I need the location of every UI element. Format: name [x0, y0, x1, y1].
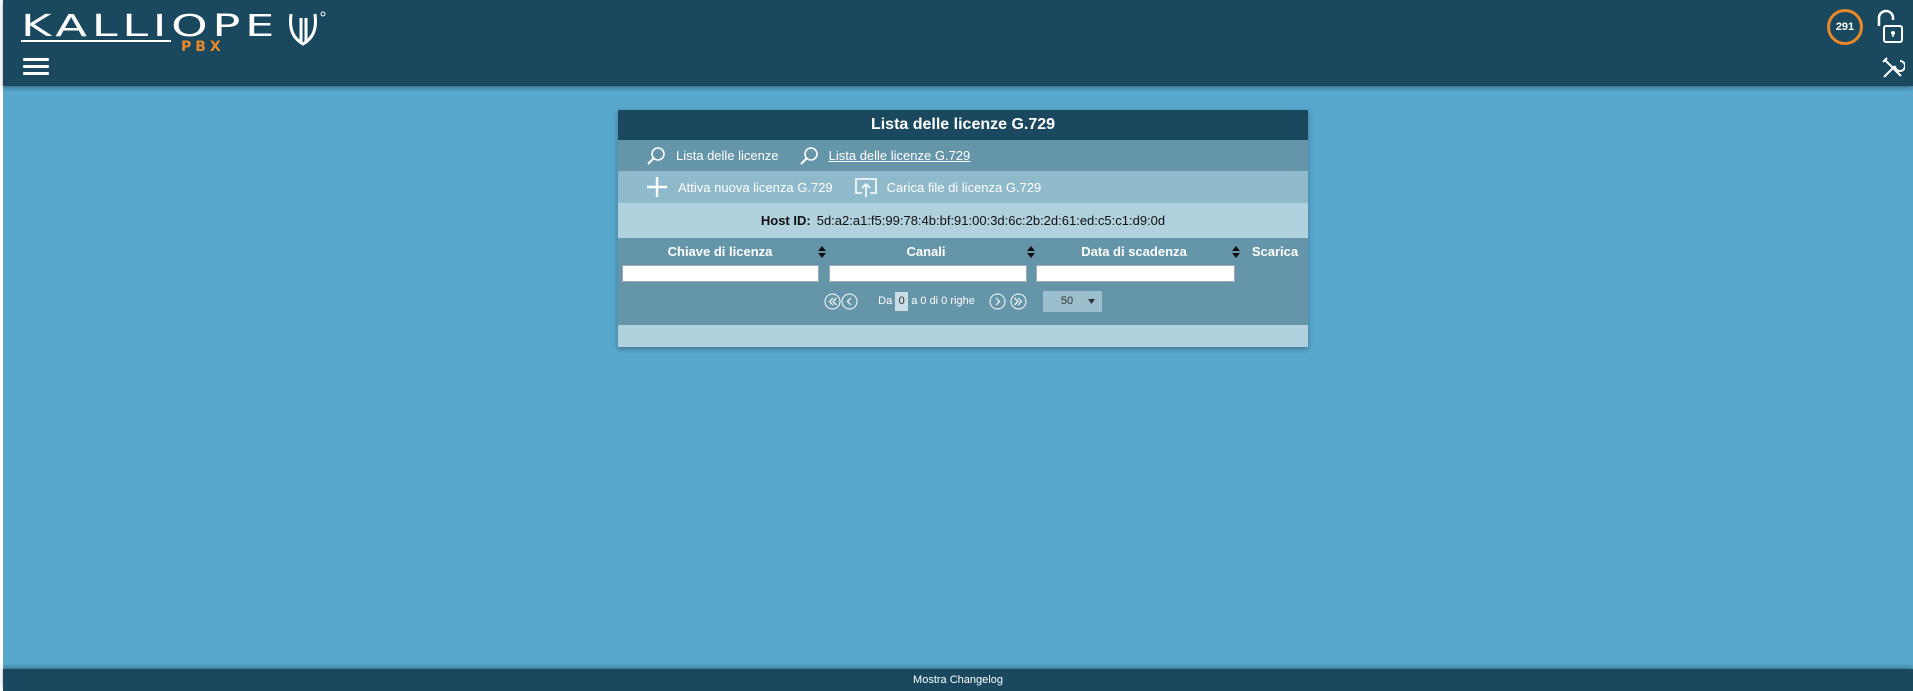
app-root: KALLIOPE PBX 291 Lista delle licenze G.7… — [3, 0, 1913, 691]
nav-item-label: Lista delle licenze — [676, 148, 779, 163]
column-header-canali[interactable]: Canali — [828, 244, 1024, 259]
sort-icon[interactable] — [818, 246, 826, 258]
last-page-icon[interactable] — [1010, 293, 1027, 310]
filter-data-scadenza-input[interactable] — [1036, 265, 1235, 282]
column-header-data-scadenza[interactable]: Data di scadenza — [1036, 244, 1232, 259]
footer-bar: Mostra Changelog — [3, 669, 1913, 691]
column-header-chiave[interactable]: Chiave di licenza — [622, 244, 818, 259]
nav-item-lista-licenze-g729[interactable]: Lista delle licenze G.729 — [799, 146, 971, 166]
menu-hamburger-icon[interactable] — [23, 58, 49, 78]
sort-icon[interactable] — [1027, 246, 1035, 258]
kalliope-pbx-logo[interactable]: KALLIOPE PBX — [21, 8, 331, 52]
filter-canali-input[interactable] — [829, 265, 1027, 282]
pager-prefix: Da — [878, 295, 893, 307]
license-panel: Lista delle licenze G.729 Lista delle li… — [618, 110, 1308, 347]
upload-license-label: Carica file di licenza G.729 — [886, 179, 1042, 195]
pager-summary: a 0 di 0 righe — [911, 295, 975, 307]
license-table: Chiave di licenza Canali Data di scadenz… — [618, 238, 1308, 325]
prev-page-icon[interactable] — [841, 293, 858, 310]
activate-license-button[interactable]: Attiva nuova licenza G.729 — [646, 176, 833, 198]
pager-from-input[interactable] — [895, 291, 909, 311]
top-bar: KALLIOPE PBX 291 — [3, 0, 1913, 86]
activate-license-label: Attiva nuova licenza G.729 — [678, 179, 833, 195]
lyre-icon — [289, 13, 317, 46]
upload-icon — [854, 178, 877, 197]
unlock-icon[interactable] — [1871, 8, 1907, 44]
column-header-scarica: Scarica — [1251, 244, 1299, 259]
search-icon — [647, 146, 665, 165]
logo-sub-text: PBX — [181, 39, 225, 52]
next-page-icon[interactable] — [989, 293, 1006, 310]
sort-icon[interactable] — [1232, 246, 1240, 258]
show-changelog-link[interactable]: Mostra Changelog — [913, 674, 1003, 686]
host-id-row: Host ID: 5d:a2:a1:f5:99:78:4b:bf:91:00:3… — [618, 203, 1308, 238]
logo-text: KALLIOPE — [21, 9, 279, 44]
chevron-down-icon — [1087, 298, 1095, 304]
plus-icon — [647, 177, 667, 197]
nav-item-label: Lista delle licenze G.729 — [828, 148, 971, 163]
page-size-select[interactable]: 50 — [1042, 290, 1102, 312]
panel-title: Lista delle licenze G.729 — [618, 110, 1308, 140]
pagination: Da a 0 di 0 righe 50 — [618, 290, 1308, 312]
action-row: Attiva nuova licenza G.729 Carica file d… — [618, 171, 1308, 203]
page-size-value: 50 — [1060, 295, 1074, 307]
search-icon — [799, 146, 818, 165]
nav-item-lista-licenze[interactable]: Lista delle licenze — [646, 146, 779, 166]
host-id-label: Host ID: — [760, 213, 811, 228]
tools-icon[interactable] — [1881, 56, 1905, 80]
nav-row: Lista delle licenze Lista delle licenze … — [618, 140, 1308, 171]
host-id-value: 5d:a2:a1:f5:99:78:4b:bf:91:00:3d:6c:2b:2… — [816, 213, 1166, 228]
filter-chiave-input[interactable] — [622, 265, 819, 282]
first-page-icon[interactable] — [824, 293, 841, 310]
upload-license-button[interactable]: Carica file di licenza G.729 — [854, 176, 1042, 198]
notification-counter[interactable]: 291 — [1827, 9, 1863, 45]
